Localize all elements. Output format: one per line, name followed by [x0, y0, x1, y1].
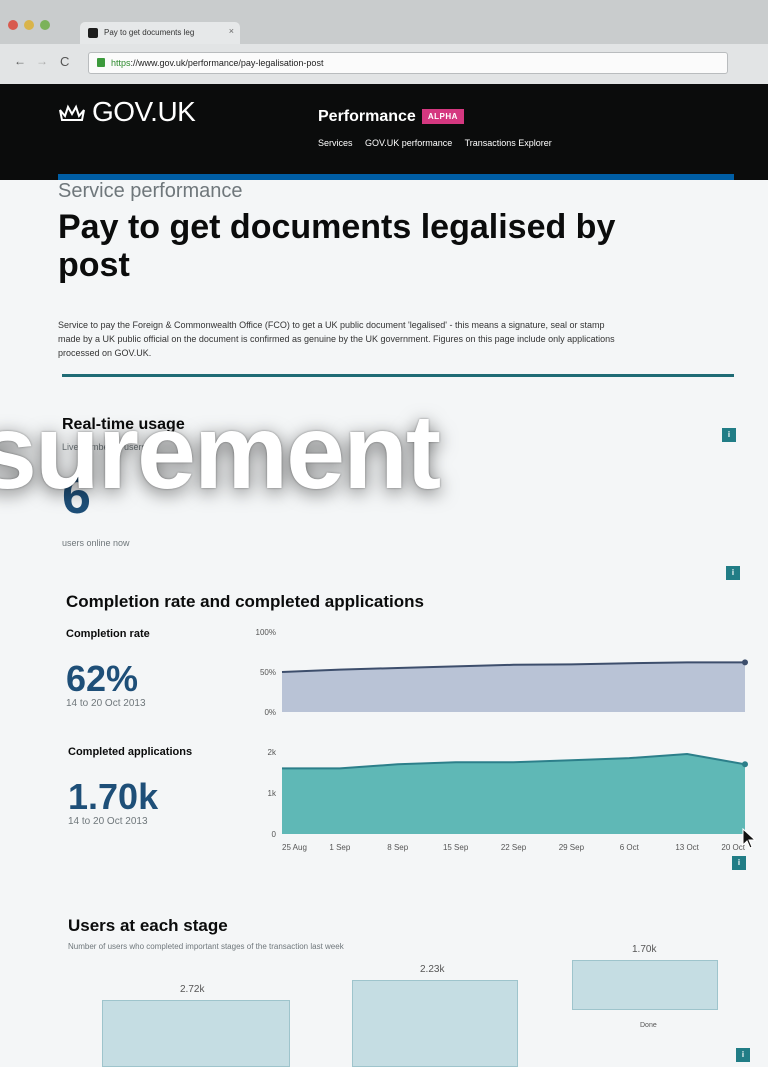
x-tick-label: 6 Oct: [620, 843, 640, 852]
browser-chrome: Pay to get documents leg × ← → C https:/…: [0, 0, 768, 84]
x-tick-label: 15 Sep: [443, 843, 469, 852]
info-icon[interactable]: i: [722, 428, 736, 442]
page-content: Service performance Pay to get documents…: [0, 180, 768, 1067]
site-header: GOV.UK Performance ALPHA Services GOV.UK …: [0, 84, 768, 180]
mouse-pointer-icon: [742, 828, 756, 849]
x-tick-label: 13 Oct: [675, 843, 699, 852]
stage-value: 2.72k: [180, 984, 205, 995]
reload-button[interactable]: C: [60, 54, 69, 69]
stage-value: 1.70k: [632, 944, 657, 955]
nav-govuk-performance[interactable]: GOV.UK performance: [365, 138, 452, 148]
browser-toolbar: ← → C https://www.gov.uk/performance/pay…: [0, 44, 768, 84]
lock-icon: [97, 58, 105, 67]
overlay-word: surement: [0, 393, 441, 511]
govuk-logo[interactable]: GOV.UK: [92, 96, 196, 128]
stage-bar: [572, 960, 718, 1010]
stage-bar: [352, 980, 518, 1067]
y-tick-label-bottom: 2k: [268, 748, 277, 757]
x-tick-label: 1 Sep: [329, 843, 350, 852]
nav-transactions-explorer[interactable]: Transactions Explorer: [465, 138, 552, 148]
x-tick-label: 8 Sep: [387, 843, 408, 852]
x-tick-label: 25 Aug: [282, 843, 307, 852]
stage-value: 2.23k: [420, 964, 445, 975]
minimize-window-icon[interactable]: [24, 20, 34, 30]
section-divider: [62, 374, 734, 377]
stage-name: Done: [640, 1022, 657, 1029]
product-title-text: Performance: [318, 108, 416, 125]
url-path: ://www.gov.uk/performance/pay-legalisati…: [130, 58, 324, 68]
completion-chart: 100% 50% 0% 2k 1k 0 25 Aug 1 Sep 8 Sep 15 Sep 22 S…: [256, 628, 748, 852]
completion-rate-label: Completion rate: [66, 628, 150, 640]
y-tick-label-bottom: 0: [272, 830, 277, 839]
product-title[interactable]: Performance ALPHA: [318, 108, 464, 126]
info-icon[interactable]: i: [732, 856, 746, 870]
stages-subheading: Number of users who completed important …: [68, 942, 344, 951]
x-tick-label: 22 Sep: [501, 843, 527, 852]
info-icon[interactable]: i: [726, 566, 740, 580]
tab-title: Pay to get documents leg: [104, 28, 195, 37]
y-tick-label-top: 100%: [256, 628, 276, 637]
page-intro: Service to pay the Foreign & Commonwealt…: [58, 320, 615, 358]
page-kicker: Service performance: [58, 180, 243, 202]
completed-apps-point: [742, 761, 748, 768]
alpha-badge: ALPHA: [421, 109, 464, 125]
govuk-favicon-icon: [88, 28, 98, 38]
y-tick-label-top: 0%: [264, 708, 276, 717]
forward-button[interactable]: →: [36, 54, 48, 68]
y-tick-label-top: 50%: [260, 668, 276, 677]
completed-apps-value: 1.70k: [68, 776, 159, 817]
completed-apps-area: [282, 754, 745, 834]
x-tick-label: 29 Sep: [559, 843, 585, 852]
stage-bar: [102, 1000, 290, 1067]
close-window-icon[interactable]: [8, 20, 18, 30]
completion-heading: Completion rate and completed applicatio…: [66, 592, 424, 611]
y-tick-label-bottom: 1k: [268, 789, 277, 798]
completed-apps-date: 14 to 20 Oct 2013: [68, 816, 148, 827]
url-scheme: https: [111, 58, 131, 68]
browser-tab[interactable]: Pay to get documents leg ×: [80, 22, 240, 44]
stages-heading: Users at each stage: [68, 916, 228, 935]
back-button[interactable]: ←: [14, 54, 26, 68]
zoom-window-icon[interactable]: [40, 20, 50, 30]
nav-services[interactable]: Services: [318, 138, 353, 148]
crown-icon: [59, 104, 85, 121]
address-bar[interactable]: https://www.gov.uk/performance/pay-legal…: [88, 52, 728, 74]
completion-rate-value: 62%: [66, 658, 139, 699]
realtime-caption: users online now: [62, 538, 130, 548]
header-nav: Services GOV.UK performance Transactions…: [318, 138, 562, 148]
page-title: Pay to get documents legalised by post: [58, 208, 616, 284]
info-icon[interactable]: i: [736, 1048, 750, 1062]
tab-close-icon[interactable]: ×: [229, 26, 234, 36]
completion-rate-date: 14 to 20 Oct 2013: [66, 698, 146, 709]
completed-apps-label: Completed applications: [68, 746, 193, 758]
completion-rate-point: [742, 659, 748, 666]
